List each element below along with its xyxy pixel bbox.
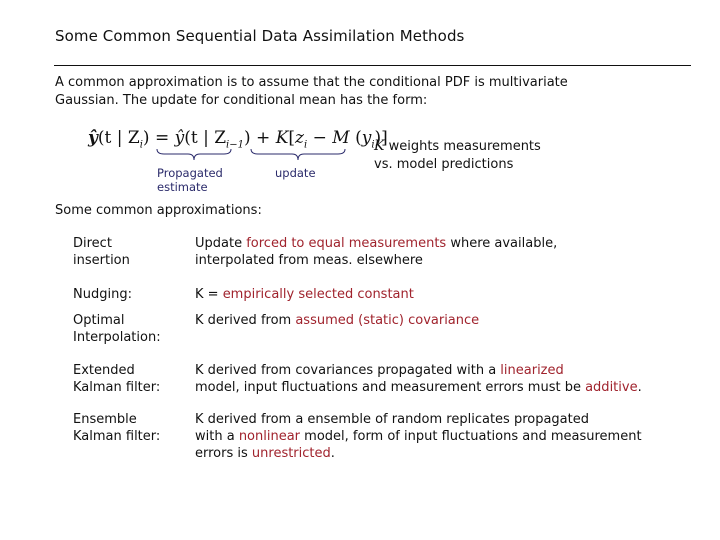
method-description-line: errors is unrestricted. — [195, 445, 695, 462]
description-text: model, form of input fluctuations and me… — [300, 429, 642, 444]
method-description-line: interpolated from meas. elsewhere — [195, 252, 695, 269]
method-name: Ensemble Kalman filter: — [73, 411, 193, 445]
method-name-line: Direct — [73, 236, 112, 251]
formula-lhs-close: ) — [142, 128, 150, 148]
highlighted-term: forced to equal measurements — [246, 236, 447, 251]
method-description-line: K = empirically selected constant — [195, 286, 695, 303]
description-text: errors is — [195, 446, 252, 461]
highlighted-term: empirically selected constant — [222, 287, 414, 302]
method-description-line: model, input fluctuations and measuremen… — [195, 379, 695, 396]
method-name-line: Kalman filter: — [73, 380, 161, 395]
approximations-heading: Some common approximations: — [55, 203, 262, 218]
k-weights-note: K weights measurements vs. model predict… — [374, 137, 541, 174]
description-text: K derived from — [195, 313, 296, 328]
formula-plus: + — [250, 128, 276, 148]
formula-prop-close: ) — [243, 128, 251, 148]
formula-model-open: ( — [349, 128, 362, 148]
formula-lhs-arg: (t | Z — [97, 128, 140, 148]
description-text: K derived from a ensemble of random repl… — [195, 412, 589, 427]
method-name: Extended Kalman filter: — [73, 362, 193, 396]
formula-minus: − — [307, 128, 333, 148]
method-description-line: Update forced to equal measurements wher… — [195, 235, 695, 252]
method-description: Update forced to equal measurements wher… — [195, 235, 695, 269]
method-description: K = empirically selected constant — [195, 286, 695, 303]
description-text: . — [330, 446, 335, 461]
intro-paragraph: A common approximation is to assume that… — [55, 74, 655, 110]
highlighted-term: assumed (static) covariance — [295, 313, 480, 328]
highlighted-term: linearized — [500, 363, 564, 378]
method-name: Optimal Interpolation: — [73, 312, 193, 346]
update-label: update — [275, 166, 316, 180]
method-description: K derived from covariances propagated wi… — [195, 362, 695, 396]
method-name-line: Nudging: — [73, 287, 132, 302]
method-name: Nudging: — [73, 286, 193, 303]
intro-line-1: A common approximation is to assume that… — [55, 75, 568, 90]
method-description-line: with a nonlinear model, form of input fl… — [195, 428, 695, 445]
propagated-estimate-label: Propagated estimate — [157, 166, 223, 194]
method-name-line: Kalman filter: — [73, 429, 161, 444]
description-text: model, input fluctuations and measuremen… — [195, 380, 586, 395]
propagated-label-line-1: Propagated — [157, 166, 223, 180]
method-description-line: K derived from assumed (static) covarian… — [195, 312, 695, 329]
formula-z: z — [295, 128, 304, 148]
formula-prop-yhat: ŷ — [174, 128, 185, 148]
method-name-line: Interpolation: — [73, 330, 161, 345]
description-text: Update — [195, 236, 247, 251]
formula-equals: = — [149, 128, 175, 148]
method-description: K derived from a ensemble of random repl… — [195, 411, 695, 462]
k-note-symbol: K — [374, 138, 385, 154]
formula-prop-arg: (t | Z — [184, 128, 227, 148]
formula-y: y — [361, 128, 372, 148]
method-name-line: Extended — [73, 363, 135, 378]
description-text: K derived from covariances propagated wi… — [195, 363, 501, 378]
update-underbrace-icon — [250, 148, 346, 162]
method-name-line: Ensemble — [73, 412, 137, 427]
propagated-label-line-2: estimate — [157, 180, 208, 194]
description-text: . — [637, 380, 642, 395]
description-text: K = — [195, 287, 223, 302]
slide-title: Some Common Sequential Data Assimilation… — [55, 27, 465, 45]
description-text: where available, — [446, 236, 558, 251]
description-text: with a — [195, 429, 239, 444]
method-name: Direct insertion — [73, 235, 193, 269]
title-divider — [54, 65, 691, 66]
highlighted-term: unrestricted — [251, 446, 331, 461]
description-text: interpolated from meas. elsewhere — [195, 253, 423, 268]
formula-lhs-yhat: ŷ — [88, 128, 98, 148]
highlighted-term: additive — [585, 380, 638, 395]
method-description-line: K derived from a ensemble of random repl… — [195, 411, 695, 428]
highlighted-term: nonlinear — [238, 429, 301, 444]
propagated-underbrace-icon — [156, 148, 232, 162]
method-name-line: Optimal — [73, 313, 125, 328]
k-note-line-2: vs. model predictions — [374, 157, 514, 172]
k-note-line-1: K weights measurements — [374, 137, 541, 156]
k-note-line-1-text: weights measurements — [384, 139, 541, 154]
method-name-line: insertion — [73, 253, 130, 268]
intro-line-2: Gaussian. The update for conditional mea… — [55, 93, 428, 108]
method-description-line: K derived from covariances propagated wi… — [195, 362, 695, 379]
method-description: K derived from assumed (static) covarian… — [195, 312, 695, 329]
formula-gain-k: K — [275, 128, 289, 148]
formula-model-m: M — [332, 128, 350, 148]
